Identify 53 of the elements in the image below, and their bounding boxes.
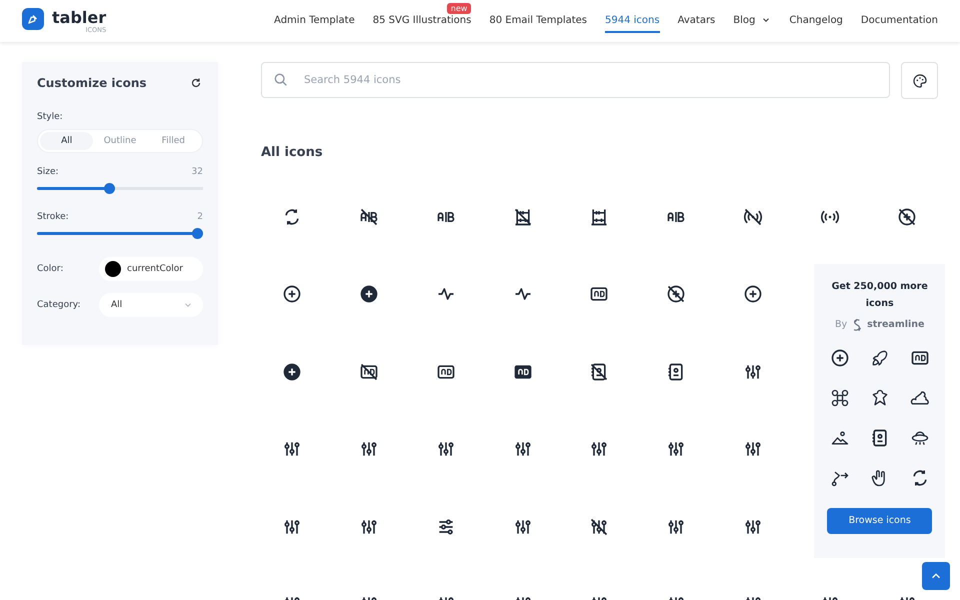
search-icon [273,72,289,88]
circle-off-icon[interactable] [666,284,686,304]
scroll-top-button[interactable] [922,562,950,590]
letters-off-icon[interactable] [359,206,380,227]
slider-thumb[interactable] [192,228,203,239]
rectangle-off-icon[interactable] [359,362,380,382]
slider-value: 32 [192,167,203,177]
rocket-icon[interactable] [870,348,890,368]
brand-name[interactable]: tabler [52,10,106,26]
nav-link[interactable]: 5944 icons [605,0,660,42]
filled-circle-icon[interactable] [359,284,380,304]
nav-link[interactable]: 80 Email Templates [489,0,588,42]
style-option[interactable]: All [40,132,94,150]
palette-icon [912,72,928,88]
nav-link[interactable]: Admin Template [274,0,355,42]
logo-icon[interactable] [22,8,44,30]
search-field[interactable]: Search 5944 icons [261,62,890,98]
panel-title: Customize icons [37,76,147,90]
nav-link[interactable]: Avatars [678,0,716,42]
drone-icon[interactable] [830,388,850,408]
category-select[interactable]: All [99,293,203,317]
circle-icon[interactable] [282,284,302,304]
broadcast-off-icon[interactable] [743,206,764,227]
reset-icon [190,77,202,89]
new-badge: new [446,3,472,14]
browse-icons-button[interactable]: Browse icons [827,508,932,534]
promo-brand: streamline [867,319,924,330]
nav-link[interactable]: Documentation [860,0,938,42]
book-off-icon[interactable] [589,362,610,382]
nav-link[interactable]: Blog [733,0,772,42]
field-label: Color: [37,264,64,274]
slider-thumb[interactable] [104,183,115,194]
sliders-off-icon[interactable] [589,516,610,537]
slider-value: 2 [197,212,203,222]
circle-icon[interactable] [743,284,764,304]
circle-off-icon[interactable] [896,206,917,227]
abacus-icon[interactable] [589,206,610,227]
promo-title: Get 250,000 more icons [830,280,929,310]
field-label: Category: [37,300,80,310]
field-label: Stroke: [37,212,69,222]
color-swatch [105,261,121,277]
section-title: All icons [261,145,324,160]
filled-circle-icon[interactable] [282,362,302,382]
color-field[interactable]: currentColor [99,257,203,281]
field-label: Style: [37,112,64,122]
nav-link[interactable]: Changelog [789,0,843,42]
circle-icon[interactable] [830,348,850,368]
reset-button[interactable] [189,76,203,90]
abacus-off-icon[interactable] [512,206,533,227]
nav-link[interactable]: new 85 SVG Illustrations [372,0,472,42]
palette-button[interactable] [901,62,938,99]
promo-by-text: By [834,319,848,330]
field-label: Size: [37,167,59,177]
